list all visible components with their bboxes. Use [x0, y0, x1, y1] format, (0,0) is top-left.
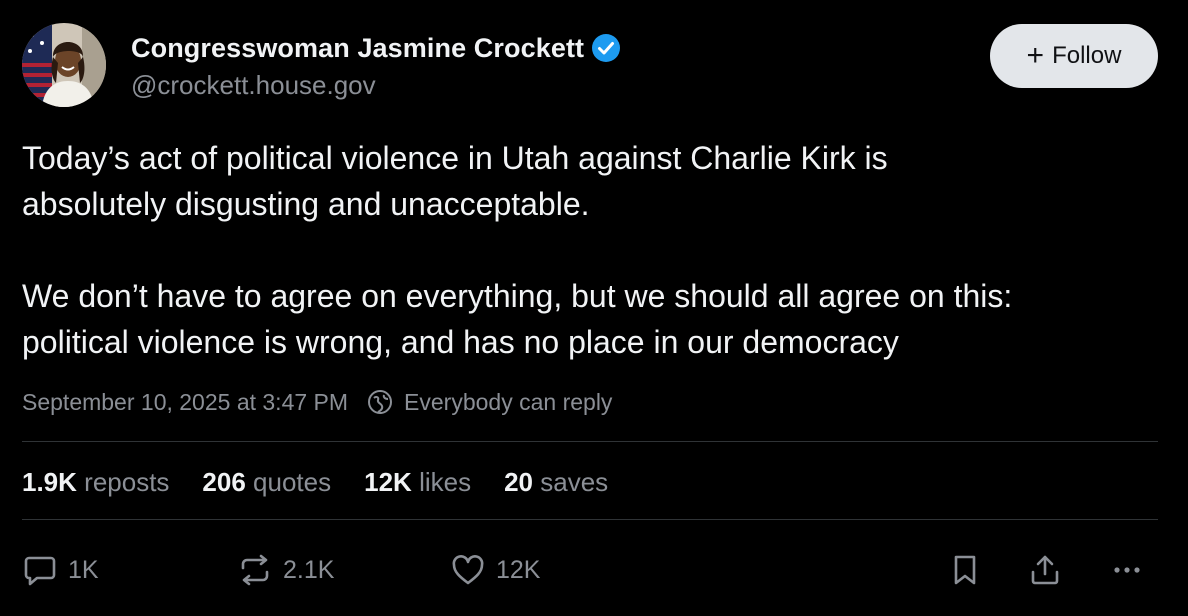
- post-timestamp[interactable]: September 10, 2025 at 3:47 PM: [22, 389, 348, 416]
- quotes-label: quotes: [253, 466, 332, 497]
- heart-icon: [452, 555, 484, 585]
- reply-count: 1K: [68, 555, 99, 584]
- reposts-label: reposts: [84, 466, 170, 497]
- follow-button[interactable]: + Follow: [990, 24, 1158, 88]
- quotes-stat[interactable]: 206 quotes: [202, 467, 331, 498]
- reply-button[interactable]: 1K: [22, 550, 99, 590]
- post-text-line: We don’t have to agree on everything, bu…: [22, 278, 1013, 314]
- share-icon: [1031, 555, 1059, 585]
- like-button[interactable]: 12K: [450, 550, 540, 590]
- share-button[interactable]: [1025, 550, 1065, 590]
- comment-icon: [24, 556, 56, 586]
- divider: [22, 441, 1158, 442]
- reposts-stat[interactable]: 1.9K reposts: [22, 467, 169, 498]
- repost-icon: [241, 554, 269, 586]
- repost-button[interactable]: 2.1K: [237, 550, 334, 590]
- likes-label: likes: [419, 466, 472, 497]
- post-stats: 1.9K reposts 206 quotes 12K likes 20 sav…: [22, 464, 641, 500]
- saves-count: 20: [504, 466, 533, 497]
- likes-count: 12K: [364, 466, 412, 497]
- reposts-count: 1.9K: [22, 466, 77, 497]
- bookmark-button[interactable]: [945, 550, 985, 590]
- reply-setting: Everybody can reply: [404, 388, 613, 415]
- avatar[interactable]: [22, 23, 106, 107]
- author-name-row: Congresswoman Jasmine Crockett: [131, 30, 621, 66]
- follow-button-label: Follow: [1052, 42, 1122, 69]
- author-display-name[interactable]: Congresswoman Jasmine Crockett: [131, 33, 584, 64]
- more-button[interactable]: [1107, 550, 1147, 590]
- post-text-line: absolutely disgusting and unacceptable.: [22, 186, 590, 222]
- profile-photo-icon: [22, 23, 106, 107]
- divider: [22, 519, 1158, 520]
- plus-icon: +: [1026, 39, 1045, 72]
- more-icon: [1114, 567, 1140, 573]
- repost-count: 2.1K: [283, 555, 335, 584]
- author-handle[interactable]: @crockett.house.gov: [131, 70, 376, 101]
- verified-badge-icon: [592, 34, 621, 62]
- bookmark-icon: [954, 555, 976, 585]
- post-text-line: Today’s act of political violence in Uta…: [22, 140, 888, 176]
- saves-label: saves: [540, 466, 609, 497]
- post-body: Today’s act of political violence in Uta…: [22, 135, 1172, 365]
- quotes-count: 206: [202, 466, 246, 497]
- post-meta: September 10, 2025 at 3:47 PM Everybody …: [22, 386, 612, 418]
- globe-reply-icon: [368, 390, 393, 414]
- likes-stat[interactable]: 12K likes: [364, 467, 471, 498]
- like-count: 12K: [496, 555, 541, 584]
- saves-stat[interactable]: 20 saves: [504, 467, 608, 498]
- post-text-line: political violence is wrong, and has no …: [22, 324, 899, 360]
